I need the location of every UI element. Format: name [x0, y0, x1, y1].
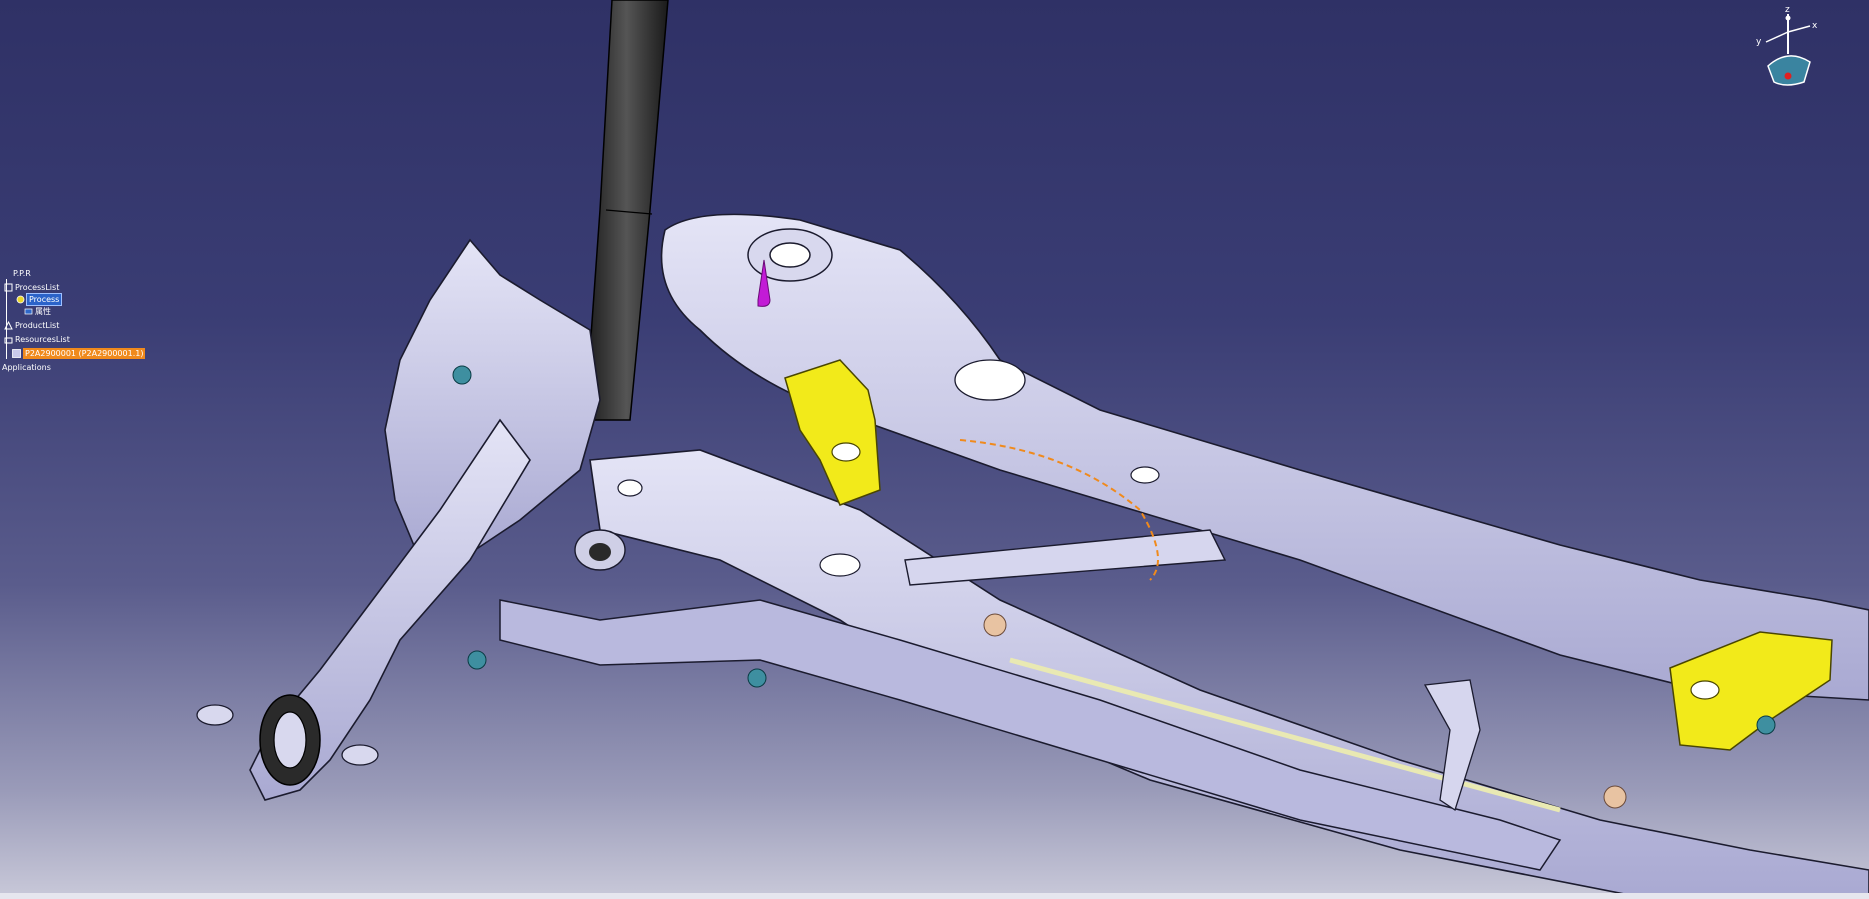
tree-applications-label: Applications — [2, 363, 51, 372]
tree-resource-item[interactable]: P2A2900001 (P2A2900001.1) — [12, 348, 146, 359]
tree-root-label: P.P.R — [13, 269, 31, 278]
bolt-4[interactable] — [1756, 715, 1776, 735]
subframe-model[interactable] — [0, 0, 1869, 899]
resources-list-icon — [4, 335, 13, 344]
shock-absorber[interactable] — [584, 0, 669, 421]
tree-applications[interactable]: Applications — [2, 362, 51, 373]
tree-process-list-label: ProcessList — [15, 283, 60, 292]
tree-process-list[interactable]: ProcessList — [4, 282, 59, 293]
tree-product-list[interactable]: ProductList — [4, 320, 59, 331]
bolt-3[interactable] — [747, 668, 767, 688]
resource-item-icon — [12, 349, 21, 358]
process-list-icon — [4, 283, 13, 292]
tree-property-label: 属性 — [35, 307, 51, 316]
viewport-bottom-edge — [0, 893, 1869, 899]
cross-bar[interactable] — [904, 529, 1227, 586]
compass-icon[interactable]: z x y — [1748, 4, 1828, 90]
product-list-icon — [4, 320, 13, 330]
tree-root[interactable]: P.P.R — [2, 268, 31, 279]
compass-x-label: x — [1812, 21, 1818, 31]
tree-resource-item-label: P2A2900001 (P2A2900001.1) — [23, 348, 146, 359]
tree-process-label: Process — [25, 293, 63, 306]
tree-resources-list-label: ResourcesList — [15, 335, 70, 344]
3d-viewport[interactable] — [0, 0, 1869, 899]
weld-marker-1[interactable] — [983, 613, 1007, 637]
property-icon — [24, 307, 33, 316]
tree-root-icon — [2, 269, 11, 278]
compass-y-label: y — [1756, 37, 1762, 47]
tree-process[interactable]: Process — [16, 293, 63, 306]
process-icon — [16, 295, 25, 304]
weld-marker-2[interactable] — [1603, 785, 1627, 809]
bolt-1[interactable] — [452, 365, 472, 385]
tree-resources-list[interactable]: ResourcesList — [4, 334, 70, 345]
bolt-2[interactable] — [467, 650, 487, 670]
compass-widget[interactable]: z x y — [1748, 4, 1828, 90]
tree-product-list-label: ProductList — [15, 321, 60, 330]
tree-property[interactable]: 属性 — [24, 306, 51, 317]
compass-z-label: z — [1785, 5, 1790, 15]
